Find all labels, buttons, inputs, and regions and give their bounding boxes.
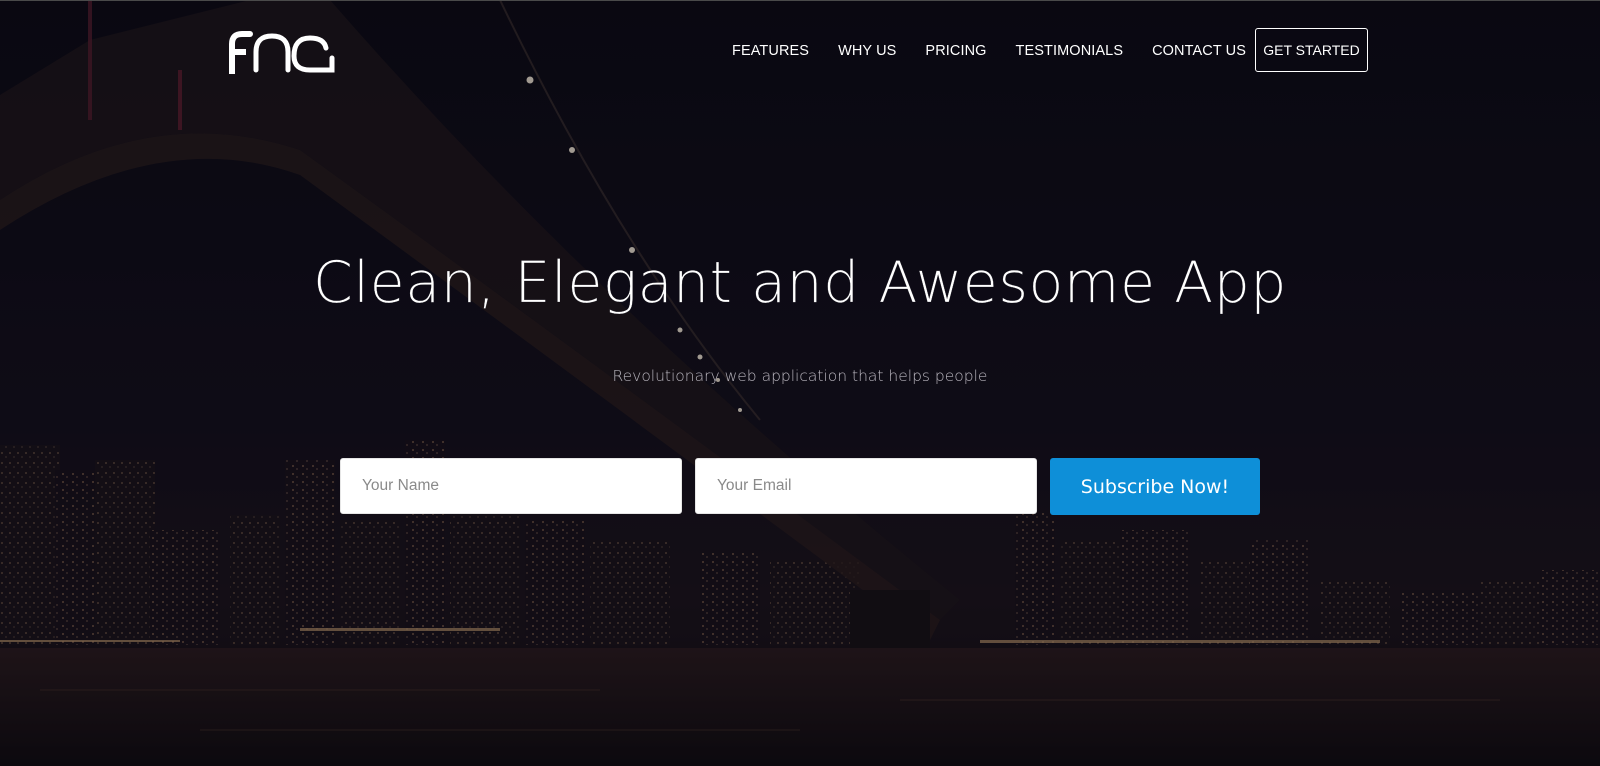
hero-headline: Clean, Elegant and Awesome App bbox=[312, 250, 1287, 316]
email-input[interactable] bbox=[695, 458, 1037, 514]
subscribe-form: Subscribe Now! bbox=[340, 458, 1260, 515]
main-nav: FEATURES WHY US PRICING TESTIMONIALS CON… bbox=[732, 28, 1275, 74]
nav-link-contact-us[interactable]: CONTACT US bbox=[1152, 43, 1246, 59]
nav-link-features[interactable]: FEATURES bbox=[732, 43, 809, 59]
hero-subheadline: Revolutionary web application that helps… bbox=[612, 367, 988, 385]
nav-link-pricing[interactable]: PRICING bbox=[925, 43, 986, 59]
nav-link-testimonials[interactable]: TESTIMONIALS bbox=[1016, 43, 1124, 59]
top-border bbox=[0, 0, 1600, 1]
brand-logo[interactable] bbox=[228, 30, 336, 74]
get-started-button[interactable]: GET STARTED bbox=[1255, 28, 1368, 72]
nav-link-why-us[interactable]: WHY US bbox=[838, 43, 896, 59]
hero-section: FEATURES WHY US PRICING TESTIMONIALS CON… bbox=[0, 0, 1600, 766]
subscribe-button[interactable]: Subscribe Now! bbox=[1050, 458, 1260, 515]
name-input[interactable] bbox=[340, 458, 682, 514]
